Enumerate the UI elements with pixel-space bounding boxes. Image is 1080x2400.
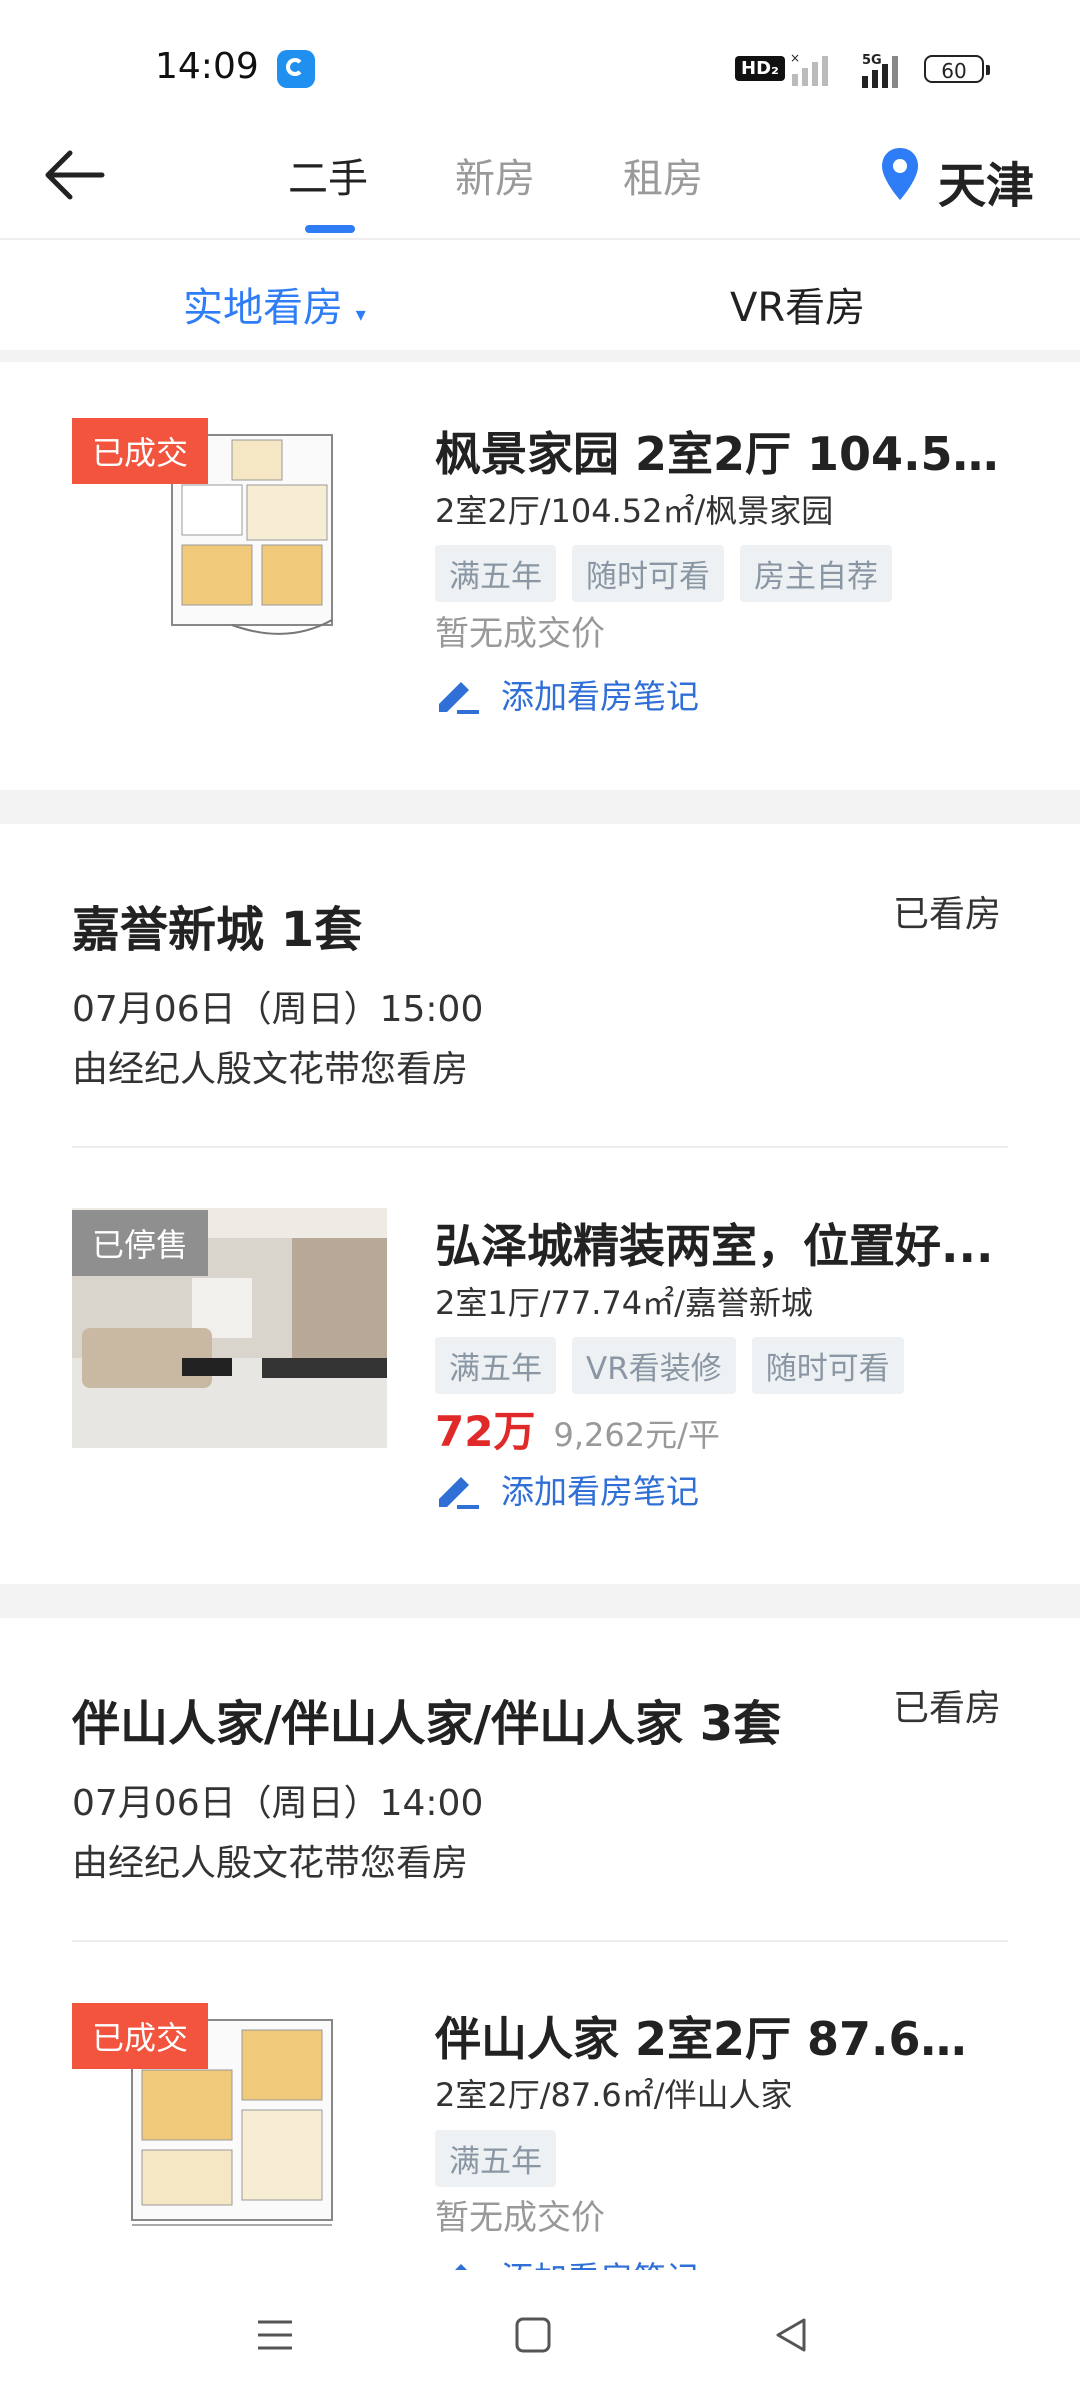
- chip: 随时可看: [572, 545, 724, 602]
- section-separator: [0, 790, 1080, 824]
- listing-tags: 满五年: [435, 2130, 556, 2187]
- total-price: 72万: [435, 1407, 536, 1456]
- add-note-button[interactable]: 添加看房笔记: [435, 670, 699, 718]
- tab-second-hand[interactable]: 二手: [288, 146, 368, 204]
- chip: VR看装修: [572, 1337, 736, 1394]
- community-title: 伴山人家/伴山人家/伴山人家 3套: [72, 1696, 782, 1752]
- signal-icon-1: ×: [790, 52, 828, 86]
- listing-title[interactable]: 弘泽城精装两室，位置好...: [435, 1210, 1005, 1276]
- agent-info: 由经纪人殷文花带您看房: [72, 1843, 469, 1884]
- listing-meta: 2室2厅/104.52㎡/枫景家园: [435, 492, 834, 530]
- signal-icon-5g: 5G: [862, 53, 898, 88]
- subtab-onsite-label: 实地看房: [183, 285, 343, 331]
- status-time: 14:09: [155, 46, 259, 87]
- listing-price: 72万 9,262元/平: [435, 1398, 720, 1459]
- community-title: 嘉誉新城 1套: [72, 902, 363, 958]
- visit-datetime: 07月06日（周日）15:00: [72, 989, 484, 1030]
- card-divider: [72, 1940, 1008, 1942]
- listing-tags: 满五年 随时可看 房主自荐: [435, 545, 892, 602]
- active-tab-indicator: [305, 225, 355, 233]
- subtab-onsite-viewing[interactable]: 实地看房 ▾: [183, 275, 366, 333]
- home-icon[interactable]: [508, 2310, 558, 2360]
- listing-tags: 满五年 VR看装修 随时可看: [435, 1337, 904, 1394]
- back-icon[interactable]: [766, 2310, 816, 2360]
- visit-status: 已看房: [893, 894, 1002, 935]
- app-notification-icon: [277, 50, 315, 88]
- listing-meta: 2室2厅/87.6㎡/伴山人家: [435, 2076, 793, 2114]
- menu-icon[interactable]: [250, 2310, 300, 2360]
- status-tag-sold: 已成交: [72, 2003, 209, 2069]
- visit-status: 已看房: [893, 1688, 1002, 1729]
- add-note-button[interactable]: 添加看房笔记: [435, 1465, 699, 1513]
- battery-icon: 60: [924, 55, 990, 83]
- chip: 满五年: [435, 2130, 556, 2187]
- visit-datetime: 07月06日（周日）14:00: [72, 1783, 484, 1824]
- card-divider: [72, 1146, 1008, 1148]
- chip: 房主自荐: [740, 545, 892, 602]
- hd-voice-icon: HD₂: [735, 56, 785, 81]
- status-tag-sold: 已成交: [72, 418, 209, 484]
- svg-text:×: ×: [790, 52, 800, 65]
- agent-info: 由经纪人殷文花带您看房: [72, 1049, 469, 1090]
- header-divider: [0, 238, 1080, 240]
- back-arrow-icon[interactable]: [40, 150, 110, 200]
- subtab-vr-viewing[interactable]: VR看房: [730, 275, 865, 333]
- chip: 满五年: [435, 545, 556, 602]
- add-note-label: 添加看房笔记: [501, 677, 699, 716]
- svg-text:5G: 5G: [862, 53, 882, 68]
- listing-title[interactable]: 伴山人家 2室2厅 87.6平米: [435, 2003, 1005, 2069]
- pencil-icon: [439, 682, 479, 714]
- section-separator: [0, 350, 1080, 362]
- price-unavailable: 暂无成交价: [435, 614, 605, 654]
- chip: 随时可看: [751, 1337, 904, 1394]
- chevron-down-icon: ▾: [355, 302, 366, 326]
- price-unavailable: 暂无成交价: [435, 2198, 605, 2238]
- listing-meta: 2室1厅/77.74㎡/嘉誉新城: [435, 1284, 813, 1322]
- tab-new-homes[interactable]: 新房: [455, 146, 535, 204]
- listing-title[interactable]: 枫景家园 2室2厅 104.52...: [435, 418, 1005, 484]
- chip: 满五年: [435, 1337, 556, 1394]
- status-tag-discontinued: 已停售: [72, 1210, 209, 1276]
- location-pin-icon[interactable]: [880, 146, 920, 202]
- unit-price: 9,262元/平: [553, 1416, 720, 1454]
- add-note-label: 添加看房笔记: [501, 1472, 699, 1511]
- tab-rentals[interactable]: 租房: [623, 146, 703, 204]
- pencil-icon: [439, 1477, 479, 1509]
- section-separator: [0, 1584, 1080, 1618]
- city-selector[interactable]: 天津: [938, 146, 1034, 216]
